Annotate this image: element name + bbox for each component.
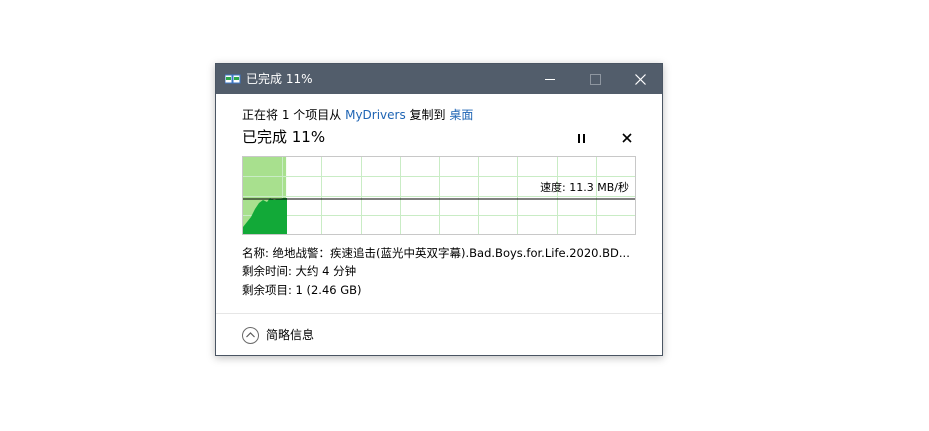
transfer-speed-graph: 速度: 11.3 MB/秒 xyxy=(242,156,636,235)
file-copy-icon xyxy=(225,74,241,84)
close-icon xyxy=(634,73,646,85)
destination-folder-link[interactable]: 桌面 xyxy=(449,108,473,122)
footer-divider xyxy=(216,313,662,314)
title-bar[interactable]: 已完成 11% xyxy=(216,64,662,94)
minimize-icon xyxy=(545,78,555,80)
window-title: 已完成 11% xyxy=(246,72,313,86)
cancel-icon xyxy=(622,133,632,143)
copy-prefix-text: 正在将 1 个项目从 xyxy=(242,108,346,122)
items-remaining-line: 剩余项目: 1 (2.46 GB) xyxy=(242,283,362,297)
pause-icon xyxy=(578,134,580,143)
minimize-button[interactable] xyxy=(527,64,573,94)
copy-progress-dialog: 已完成 11% 正在将 1 个项目从 MyDrivers 复制到 桌面 已完成 … xyxy=(215,63,663,356)
pause-button[interactable] xyxy=(577,134,586,143)
speed-graph-canvas xyxy=(243,157,635,234)
maximize-icon xyxy=(589,73,601,85)
file-name-line: 名称: 绝地战警：疾速追击(蓝光中英双字幕).Bad.Boys.for.Life… xyxy=(242,246,630,260)
copy-middle-text: 复制到 xyxy=(405,108,450,122)
graph-grid xyxy=(243,157,635,234)
cancel-copy-button[interactable] xyxy=(622,133,632,143)
fewer-details-label: 简略信息 xyxy=(266,328,315,342)
source-folder-link[interactable]: MyDrivers xyxy=(345,108,406,122)
fewer-details-toggle[interactable]: 简略信息 xyxy=(242,325,314,345)
speed-label: 速度: 11.3 MB/秒 xyxy=(540,181,629,194)
time-remaining-line: 剩余时间: 大约 4 分钟 xyxy=(242,264,357,278)
copy-description: 正在将 1 个项目从 MyDrivers 复制到 桌面 xyxy=(242,107,473,123)
progress-percent-title: 已完成 11% xyxy=(242,128,326,146)
chevron-up-icon xyxy=(242,326,259,344)
close-button[interactable] xyxy=(617,64,663,94)
maximize-button[interactable] xyxy=(572,64,618,94)
